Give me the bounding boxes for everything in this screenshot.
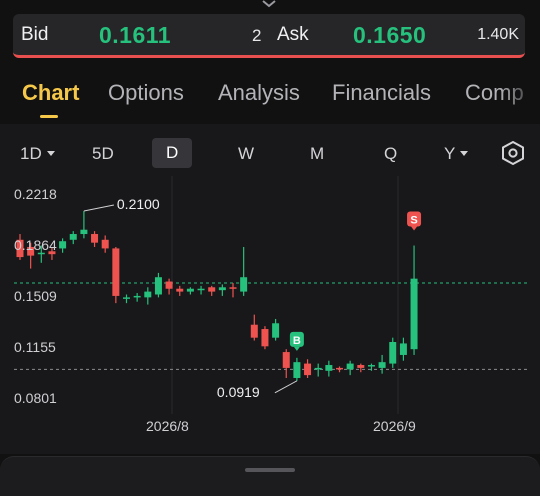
period-d[interactable]: D xyxy=(152,138,193,168)
active-tab-indicator xyxy=(40,115,58,118)
bid-ask-bar[interactable]: Bid 0.1611 2 Ask 0.1650 1.40K xyxy=(13,14,525,58)
candle-body xyxy=(399,343,407,355)
period-w[interactable]: W xyxy=(238,144,254,164)
tab-chart[interactable]: Chart xyxy=(22,80,79,106)
candle-body xyxy=(272,323,280,338)
candle-body xyxy=(410,278,418,350)
low-pointer xyxy=(274,380,298,394)
candle-body xyxy=(154,277,162,295)
candle-body xyxy=(112,248,120,296)
period-1d-label: 1D xyxy=(20,144,42,163)
y-tick-label: 0.1155 xyxy=(14,339,56,355)
high-pointer xyxy=(83,204,114,212)
candle-body xyxy=(367,365,375,367)
ask-label: Ask xyxy=(277,24,309,45)
tab-financials[interactable]: Financials xyxy=(332,80,431,106)
chevron-down-icon[interactable] xyxy=(261,0,277,8)
period-1d[interactable]: 1D xyxy=(20,144,55,164)
candle-body xyxy=(261,329,269,347)
candle-body xyxy=(346,363,354,370)
candle-body xyxy=(101,239,109,249)
x-tick-label: 2026/8 xyxy=(146,418,189,434)
section-tabs: Chart Options Analysis Financials Comp xyxy=(0,78,540,122)
candle-body xyxy=(314,367,322,370)
candlestick-chart[interactable]: 0.2100 0.0919 B S 0.2218 0.1864 0.1509 0.11… xyxy=(0,176,540,446)
candle-body xyxy=(144,291,152,298)
ask-price: 0.1650 xyxy=(353,22,427,48)
candle-body xyxy=(69,234,77,240)
candle-body xyxy=(133,295,141,298)
y-tick-label: 0.1509 xyxy=(14,288,57,304)
period-m[interactable]: M xyxy=(310,144,324,164)
tab-analysis[interactable]: Analysis xyxy=(218,80,300,106)
candle-body xyxy=(304,363,312,376)
candle-body xyxy=(357,365,365,368)
x-tick-label: 2026/9 xyxy=(373,418,416,434)
high-value-label: 0.2100 xyxy=(117,196,160,212)
candle-body xyxy=(250,324,258,338)
candle-body xyxy=(59,241,67,249)
ask-size: 1.40K xyxy=(477,26,519,43)
candle-body xyxy=(91,234,99,243)
tab-options[interactable]: Options xyxy=(108,80,184,106)
bid-size: 2 xyxy=(252,26,262,45)
candle-body xyxy=(325,365,333,371)
candle-body xyxy=(218,287,226,291)
bottom-sheet xyxy=(0,456,540,496)
candle-body xyxy=(123,297,130,299)
candle-body xyxy=(197,288,205,291)
period-y-label: Y xyxy=(444,144,456,163)
period-selector: 1D 5D D W M Q Y xyxy=(0,138,540,170)
candle-body xyxy=(336,367,343,370)
caret-down-icon xyxy=(46,151,55,156)
buy-marker-pointer xyxy=(293,346,300,351)
chart-canvas[interactable]: 0.2100 0.0919 B S xyxy=(0,176,540,446)
period-5d[interactable]: 5D xyxy=(92,144,114,164)
candle-body xyxy=(165,281,173,289)
bid-label: Bid xyxy=(21,24,49,45)
sell-marker-label: S xyxy=(410,215,417,227)
tab-scroll-fade xyxy=(500,78,540,122)
low-value-label: 0.0919 xyxy=(217,384,260,400)
candle-body xyxy=(229,287,237,289)
candle-body xyxy=(389,341,397,364)
buy-marker-label: B xyxy=(293,335,301,347)
y-tick-label: 0.1864 xyxy=(14,237,57,253)
caret-down-icon xyxy=(460,151,469,156)
drag-handle[interactable] xyxy=(245,468,295,472)
candle-body xyxy=(378,362,386,368)
period-q[interactable]: Q xyxy=(384,144,397,164)
candle-body xyxy=(176,288,184,292)
candle-body xyxy=(186,288,194,292)
bid-price: 0.1611 xyxy=(99,22,172,48)
candle-body xyxy=(282,352,290,368)
candle-body xyxy=(208,287,216,292)
sell-marker-pointer xyxy=(411,226,418,231)
candle-body xyxy=(293,362,301,378)
candle-body xyxy=(240,277,248,292)
period-y[interactable]: Y xyxy=(444,144,469,164)
settings-hexagon-icon[interactable] xyxy=(500,140,526,166)
y-tick-label: 0.2218 xyxy=(14,186,57,202)
y-tick-label: 0.0801 xyxy=(14,390,57,406)
candle-body xyxy=(80,229,88,235)
bottom-sheet-card[interactable] xyxy=(0,456,540,496)
